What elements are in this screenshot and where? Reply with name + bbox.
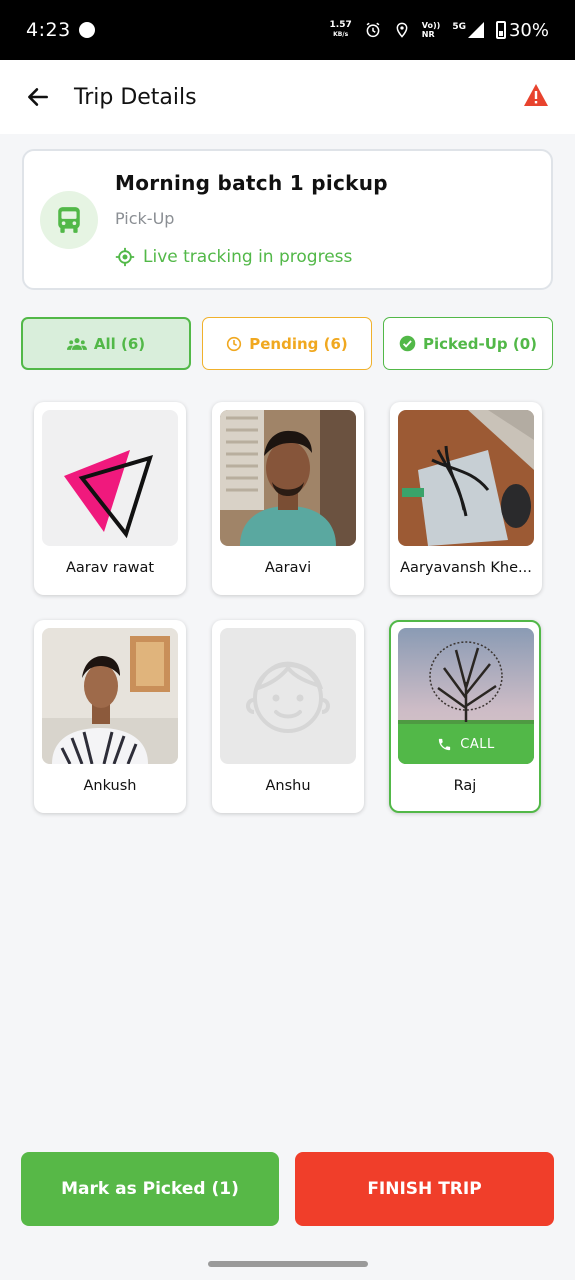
person-photo-icon <box>42 628 178 764</box>
alert-button[interactable] <box>523 83 549 111</box>
person-photo-icon <box>220 410 356 546</box>
tab-picked-up-label: Picked-Up (0) <box>422 334 538 353</box>
passenger-photo <box>42 410 178 546</box>
home-indicator[interactable] <box>208 1261 368 1267</box>
network-speed: 1.57 KB/s <box>330 21 352 39</box>
logo-triangle-icon <box>64 450 154 539</box>
bus-icon-container <box>40 191 98 249</box>
tab-all[interactable]: All (6) <box>21 317 191 370</box>
nr-label: NR <box>421 30 435 39</box>
speed-value: 1.57 <box>329 20 352 30</box>
passenger-name: Aaryavansh Khe... <box>400 560 532 576</box>
tracking-status: Live tracking in progress <box>115 247 352 267</box>
passenger-photo: CALL <box>398 628 534 764</box>
battery-icon <box>495 21 506 39</box>
passenger-name: Ankush <box>83 778 137 794</box>
default-avatar-icon <box>245 661 331 733</box>
volte-label: Vo)) <box>421 21 441 30</box>
bus-icon <box>58 207 80 233</box>
location-target-icon <box>115 247 135 267</box>
status-icons: 1.57 KB/s Vo)) NR 5G 30% <box>330 20 549 41</box>
location-icon <box>396 22 408 38</box>
passenger-photo <box>42 628 178 764</box>
volte-indicator: Vo)) NR <box>422 21 441 39</box>
speed-unit: KB/s <box>333 31 349 38</box>
signal-indicator: 5G <box>452 22 484 38</box>
passenger-card[interactable]: Ankush <box>34 620 186 813</box>
trip-info-card: Morning batch 1 pickup Pick-Up Live trac… <box>22 149 553 290</box>
phone-icon <box>439 738 451 750</box>
tab-pending[interactable]: Pending (6) <box>202 317 372 370</box>
passenger-name: Aaravi <box>264 560 312 576</box>
passenger-name: Raj <box>453 778 477 794</box>
status-time: 4:23 <box>26 19 71 41</box>
call-label: CALL <box>460 736 495 752</box>
passenger-name: Aarav rawat <box>65 560 155 576</box>
alarm-icon <box>366 22 380 38</box>
page-title: Trip Details <box>74 84 197 110</box>
tab-picked-up[interactable]: Picked-Up (0) <box>383 317 553 370</box>
app-header: Trip Details <box>0 60 575 134</box>
desk-photo-icon <box>398 410 534 546</box>
passenger-photo <box>220 410 356 546</box>
passenger-card-selected[interactable]: CALL Raj <box>389 620 541 813</box>
network-type: 5G <box>452 22 466 32</box>
check-circle-icon <box>399 335 416 352</box>
warning-triangle-icon <box>524 84 548 106</box>
passenger-card[interactable]: Anshu <box>212 620 364 813</box>
group-icon <box>66 337 87 350</box>
status-bar: 4:23 1.57 KB/s Vo)) NR 5G 30% <box>0 0 575 60</box>
passenger-photo <box>398 410 534 546</box>
passenger-card[interactable]: Aaryavansh Khe... <box>390 402 542 595</box>
clock-icon <box>227 336 242 351</box>
passenger-card[interactable]: Aarav rawat <box>34 402 186 595</box>
passenger-name: Anshu <box>265 778 311 794</box>
battery-indicator: 30% <box>495 19 549 41</box>
tab-pending-label: Pending (6) <box>249 334 348 353</box>
tab-all-label: All (6) <box>93 334 146 353</box>
back-button[interactable] <box>24 83 52 111</box>
battery-percent: 30% <box>508 19 549 41</box>
passenger-photo <box>220 628 356 764</box>
mark-as-picked-button[interactable]: Mark as Picked (1) <box>21 1152 279 1226</box>
trip-title: Morning batch 1 pickup <box>115 171 388 195</box>
finish-trip-button[interactable]: FINISH TRIP <box>295 1152 554 1226</box>
tracking-status-label: Live tracking in progress <box>143 247 353 267</box>
arrow-left-icon <box>28 88 48 106</box>
trip-type: Pick-Up <box>115 209 175 228</box>
notification-dot-icon <box>78 22 95 38</box>
passenger-card[interactable]: Aaravi <box>212 402 364 595</box>
signal-icon <box>467 22 484 38</box>
call-button[interactable]: CALL <box>398 724 534 764</box>
